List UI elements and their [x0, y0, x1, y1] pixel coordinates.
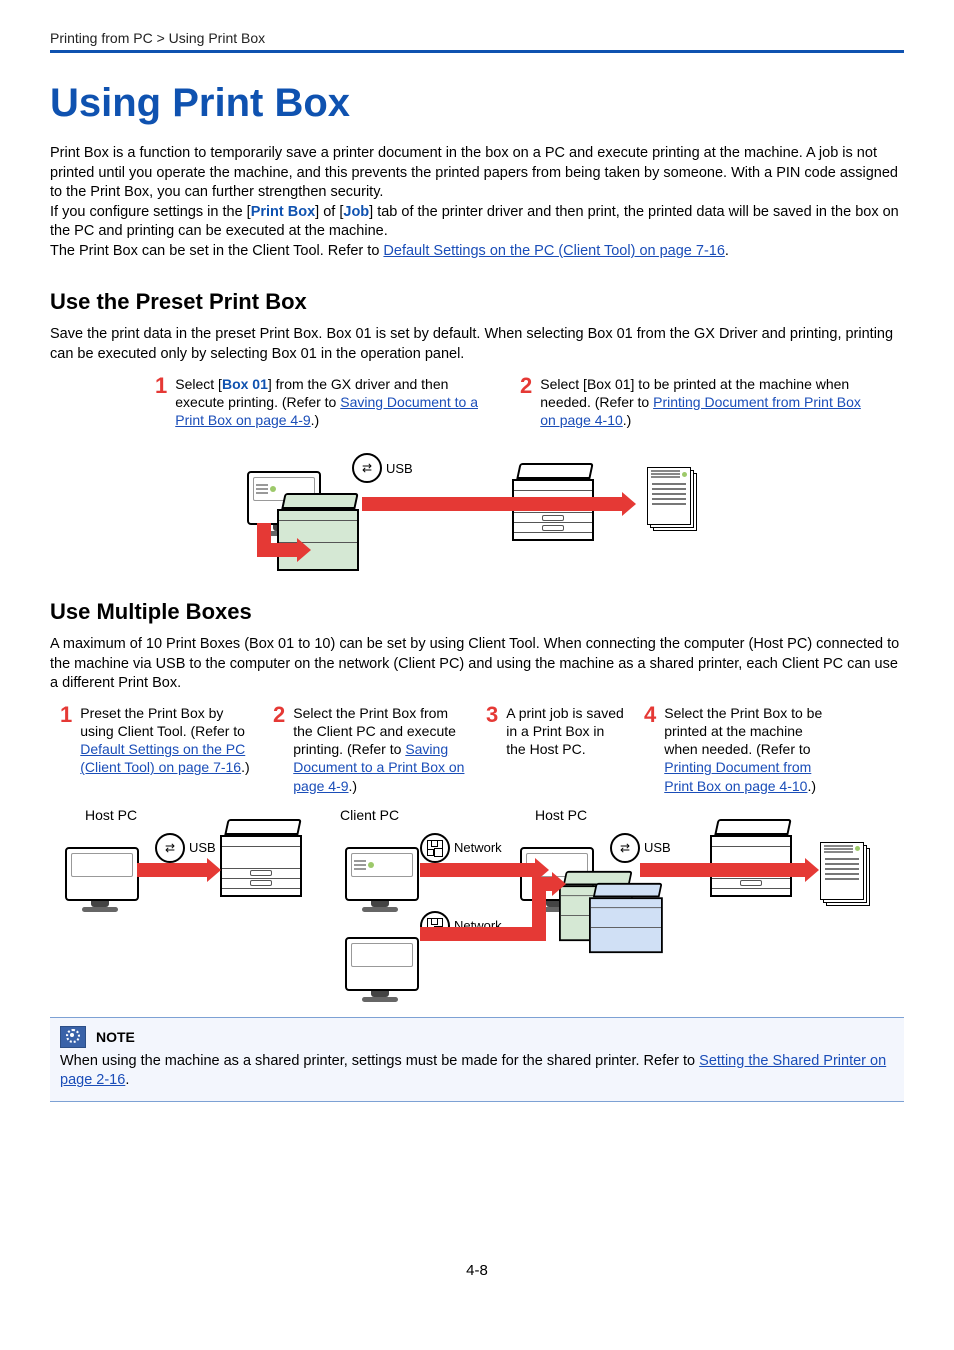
step-number: 1 [155, 375, 167, 430]
breadcrumb: Printing from PC > Using Print Box [50, 30, 904, 46]
step-number: 4 [644, 704, 656, 795]
link-default-settings[interactable]: Default Settings on the PC (Client Tool)… [80, 741, 245, 775]
label-host-pc: Host PC [535, 807, 587, 823]
printer-icon [710, 819, 790, 897]
multi-step1: 1 Preset the Print Box by using Client T… [60, 704, 255, 795]
preset-step2: 2 Select [Box 01] to be printed at the m… [520, 375, 865, 430]
multi-step3: 3 A print job is saved in a Print Box in… [486, 704, 626, 795]
preset-desc: Save the print data in the preset Print … [50, 325, 904, 364]
page-number: 4-8 [50, 1262, 904, 1279]
heading-multiple: Use Multiple Boxes [50, 599, 904, 625]
multi-step2: 2 Select the Print Box from the Client P… [273, 704, 468, 795]
note-icon [60, 1026, 86, 1048]
monitor-icon [65, 847, 135, 912]
monitor-icon [345, 847, 415, 912]
intro-p2: If you configure settings in the [Print … [50, 203, 904, 242]
label-host-pc: Host PC [85, 807, 137, 823]
page-title: Using Print Box [50, 81, 904, 126]
link-default-settings[interactable]: Default Settings on the PC (Client Tool)… [383, 243, 725, 259]
printer-blue-icon [589, 883, 661, 953]
documents-icon [820, 842, 868, 904]
multi-step4: 4 Select the Print Box to be printed at … [644, 704, 839, 795]
usb-icon: ⇄USB [352, 453, 413, 483]
documents-icon [647, 467, 695, 529]
usb-icon: ⇄USB [610, 833, 671, 863]
step-number: 2 [273, 704, 285, 795]
printer-green-icon [277, 493, 357, 571]
monitor-icon [345, 937, 415, 1002]
step-number: 1 [60, 704, 72, 795]
network-icon: Network [420, 833, 502, 863]
preset-diagram: ⇄USB [247, 441, 707, 571]
preset-step1: 1 Select [Box 01] from the GX driver and… [155, 375, 500, 430]
printer-icon [220, 819, 300, 897]
step-number: 2 [520, 375, 532, 430]
divider [50, 50, 904, 53]
label-client-pc: Client PC [340, 807, 399, 823]
multiple-diagram: Host PC Client PC Host PC ⇄USB Network [65, 807, 875, 997]
multiple-desc: A maximum of 10 Print Boxes (Box 01 to 1… [50, 635, 904, 694]
note-label: NOTE [96, 1029, 135, 1045]
step-number: 3 [486, 704, 498, 795]
note-box: NOTE When using the machine as a shared … [50, 1017, 904, 1102]
link-printing-doc[interactable]: Printing Document from Print Box on page… [664, 759, 811, 793]
intro-p1: Print Box is a function to temporarily s… [50, 144, 904, 203]
intro-p3: The Print Box can be set in the Client T… [50, 242, 904, 262]
heading-preset: Use the Preset Print Box [50, 289, 904, 315]
